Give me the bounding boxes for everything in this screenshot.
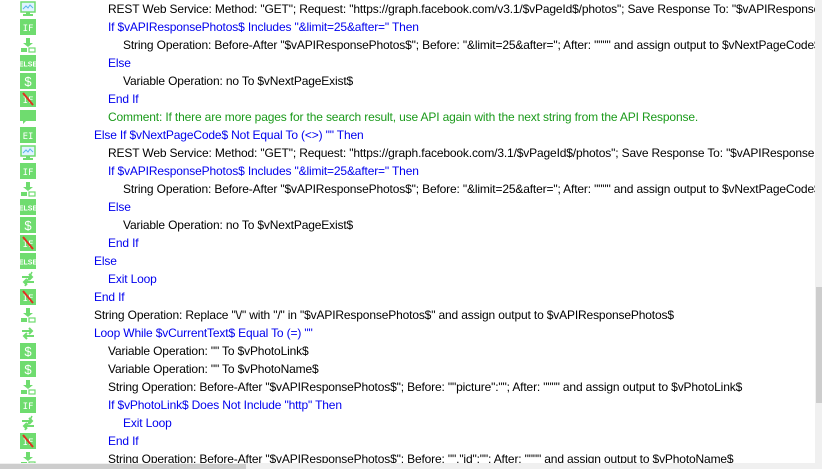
- script-line[interactable]: IF End If: [0, 432, 815, 450]
- variable-operation-icon: $: [20, 73, 36, 89]
- variable-operation-icon: $: [20, 343, 36, 359]
- exit-loop-icon: [20, 271, 36, 287]
- end-if-icon: IF: [20, 235, 36, 251]
- script-line-text: Else: [94, 254, 117, 268]
- string-operation-icon: [20, 307, 36, 323]
- script-line-text: Exit Loop: [108, 272, 157, 286]
- script-editor: REST Web Service: Method: "GET"; Request…: [0, 0, 815, 463]
- script-line[interactable]: IF End If: [0, 234, 815, 252]
- variable-operation-icon: $: [20, 217, 36, 233]
- string-operation-icon: [20, 181, 36, 197]
- script-line-text: String Operation: Before-After "$vAPIRes…: [123, 182, 815, 196]
- else-if-icon: EI: [20, 127, 36, 143]
- string-operation-icon: [20, 37, 36, 53]
- script-line[interactable]: String Operation: Before-After "$vAPIRes…: [0, 378, 815, 396]
- vertical-scrollbar-thumb[interactable]: [816, 287, 822, 403]
- string-operation-icon: [20, 451, 36, 463]
- script-line-text: End If: [108, 92, 139, 106]
- script-line[interactable]: ELSE Else: [0, 198, 815, 216]
- svg-text:ELSE: ELSE: [20, 206, 36, 213]
- script-line[interactable]: String Operation: Before-After "$vAPIRes…: [0, 36, 815, 54]
- script-line[interactable]: Comment: If there are more pages for the…: [0, 108, 815, 126]
- script-line[interactable]: EI Else If $vNextPageCode$ Not Equal To (…: [0, 126, 815, 144]
- script-line[interactable]: $ Variable Operation: "" To $vPhotoName$: [0, 360, 815, 378]
- script-line-text: String Operation: Before-After "$vAPIRes…: [123, 38, 815, 52]
- script-line-text: Exit Loop: [123, 416, 172, 430]
- script-line[interactable]: String Operation: Before-After "$vAPIRes…: [0, 450, 815, 463]
- else-icon: ELSE: [19, 199, 37, 215]
- script-line-text: Else: [108, 200, 131, 214]
- script-line-text: REST Web Service: Method: "GET"; Request…: [108, 2, 815, 16]
- variable-operation-icon: $: [20, 361, 36, 377]
- svg-text:$: $: [24, 218, 32, 233]
- script-line[interactable]: String Operation: Replace "\/" with "/" …: [0, 306, 815, 324]
- vertical-scrollbar[interactable]: [815, 0, 822, 463]
- comment-icon: [20, 109, 36, 125]
- script-line-text: End If: [108, 236, 139, 250]
- script-line-text: If $vPhotoLink$ Does Not Include "http" …: [108, 398, 342, 412]
- script-line[interactable]: REST Web Service: Method: "GET"; Request…: [0, 0, 815, 18]
- else-icon: ELSE: [19, 253, 37, 269]
- script-line-text: Else If $vNextPageCode$ Not Equal To (<>…: [94, 128, 364, 142]
- exit-loop-icon: [20, 415, 36, 431]
- script-line[interactable]: ELSE Else: [0, 54, 815, 72]
- loop-icon: [20, 325, 36, 341]
- script-line-text: Loop While $vCurrentText$ Equal To (=) "…: [94, 326, 313, 340]
- script-line[interactable]: REST Web Service: Method: "GET"; Request…: [0, 144, 815, 162]
- svg-text:EI: EI: [23, 132, 34, 142]
- end-if-icon: IF: [20, 433, 36, 449]
- svg-text:IF: IF: [23, 168, 34, 178]
- script-line[interactable]: Loop While $vCurrentText$ Equal To (=) "…: [0, 324, 815, 342]
- script-line[interactable]: IF If $vPhotoLink$ Does Not Include "http…: [0, 396, 815, 414]
- script-line[interactable]: $ Variable Operation: no To $vNextPageExi…: [0, 216, 815, 234]
- svg-text:$: $: [24, 74, 32, 89]
- script-line-text: REST Web Service: Method: "GET"; Request…: [108, 146, 815, 160]
- svg-text:IF: IF: [23, 24, 34, 34]
- if-icon: IF: [20, 163, 36, 179]
- script-line-text: End If: [108, 434, 139, 448]
- script-line-text: Comment: If there are more pages for the…: [108, 110, 699, 124]
- rest-web-service-icon: [20, 1, 36, 17]
- rest-web-service-icon: [20, 145, 36, 161]
- script-line-text: If $vAPIResponsePhotos$ Includes "&limit…: [108, 164, 419, 178]
- horizontal-scrollbar-thumb[interactable]: [0, 464, 246, 469]
- script-line[interactable]: String Operation: Before-After "$vAPIRes…: [0, 180, 815, 198]
- script-line-text: Variable Operation: "" To $vPhotoName$: [108, 362, 319, 376]
- svg-text:$: $: [24, 362, 32, 377]
- script-line[interactable]: ELSE Else: [0, 252, 815, 270]
- script-line-text: End If: [94, 290, 125, 304]
- end-if-icon: IF: [20, 91, 36, 107]
- svg-text:ELSE: ELSE: [20, 62, 36, 69]
- script-line[interactable]: Exit Loop: [0, 414, 815, 432]
- script-line-text: String Operation: Before-After "$vAPIRes…: [108, 380, 743, 394]
- string-operation-icon: [20, 379, 36, 395]
- script-line[interactable]: IF End If: [0, 288, 815, 306]
- if-icon: IF: [20, 397, 36, 413]
- script-line[interactable]: $ Variable Operation: no To $vNextPageExi…: [0, 72, 815, 90]
- script-line-text: Variable Operation: no To $vNextPageExis…: [123, 74, 354, 88]
- horizontal-scrollbar[interactable]: [0, 463, 822, 469]
- script-line-text: String Operation: Before-After "$vAPIRes…: [108, 452, 734, 463]
- svg-text:$: $: [24, 344, 32, 359]
- script-line[interactable]: IF End If: [0, 90, 815, 108]
- script-line[interactable]: $ Variable Operation: "" To $vPhotoLink$: [0, 342, 815, 360]
- script-line[interactable]: IF If $vAPIResponsePhotos$ Includes "&lim…: [0, 18, 815, 36]
- else-icon: ELSE: [19, 55, 37, 71]
- script-line-text: If $vAPIResponsePhotos$ Includes "&limit…: [108, 20, 419, 34]
- script-line-text: String Operation: Replace "\/" with "/" …: [94, 308, 674, 322]
- script-line[interactable]: Exit Loop: [0, 270, 815, 288]
- svg-text:IF: IF: [23, 402, 34, 412]
- script-line-text: Else: [108, 56, 131, 70]
- svg-text:ELSE: ELSE: [20, 260, 36, 267]
- script-line-text: Variable Operation: "" To $vPhotoLink$: [108, 344, 309, 358]
- script-line-text: Variable Operation: no To $vNextPageExis…: [123, 218, 354, 232]
- script-line[interactable]: IF If $vAPIResponsePhotos$ Includes "&lim…: [0, 162, 815, 180]
- if-icon: IF: [20, 19, 36, 35]
- end-if-icon: IF: [20, 289, 36, 305]
